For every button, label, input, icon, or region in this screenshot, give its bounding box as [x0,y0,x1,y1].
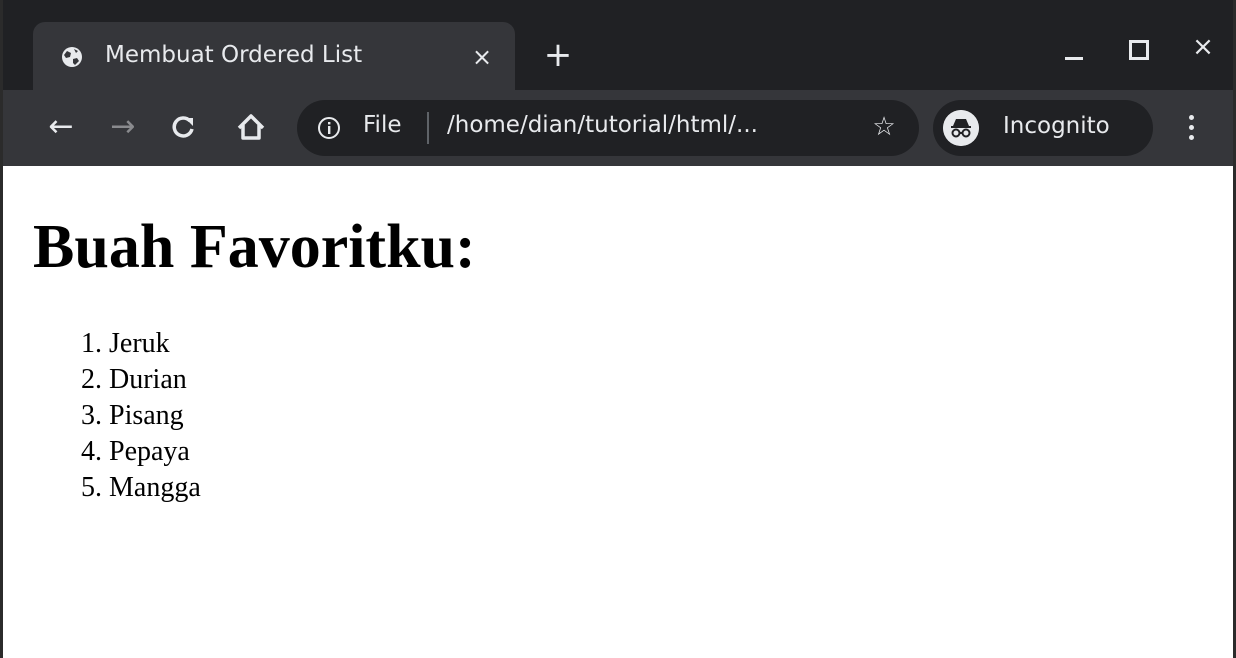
address-bar[interactable]: File /home/dian/tutorial/html/... ☆ [297,100,919,156]
incognito-profile-button[interactable]: Incognito [933,100,1153,156]
tab-active[interactable]: Membuat Ordered List × [33,22,515,90]
list-item-text: Jeruk [109,328,170,359]
kebab-menu-icon[interactable] [1179,104,1203,150]
forward-button[interactable]: → [103,104,143,150]
tab-strip: Membuat Ordered List × + × [3,0,1233,90]
url-scheme-label: File [363,112,402,138]
browser-window: Membuat Ordered List × + × ← → File /hom… [0,0,1236,658]
list-item: 3. Pisang [81,398,201,434]
list-item: 1. Jeruk [81,326,201,362]
page-content: Buah Favoritku: 1. Jeruk 2. Durian 3. Pi… [3,166,1233,658]
list-item: 5. Mangga [81,470,201,506]
reload-icon[interactable] [163,104,203,150]
list-marker: 4. [81,436,102,467]
list-item: 4. Pepaya [81,434,201,470]
list-marker: 2. [81,364,102,395]
page-heading: Buah Favoritku: [33,213,476,281]
close-icon[interactable]: × [1189,32,1217,62]
info-icon[interactable] [317,116,341,140]
tab-title: Membuat Ordered List [105,42,363,68]
url-text[interactable]: /home/dian/tutorial/html/... [447,112,758,138]
minimize-icon[interactable] [1065,40,1085,60]
incognito-label: Incognito [1003,113,1110,139]
home-icon[interactable] [231,104,271,150]
list-marker: 5. [81,472,102,503]
list-marker: 3. [81,400,102,431]
list-marker: 1. [81,328,102,359]
fruit-ordered-list: 1. Jeruk 2. Durian 3. Pisang 4. Pepaya 5… [81,326,201,506]
list-item-text: Pepaya [109,436,190,467]
back-button[interactable]: ← [41,104,81,150]
browser-toolbar: ← → File /home/dian/tutorial/html/... ☆ [3,90,1233,166]
list-item-text: Pisang [109,400,184,431]
maximize-icon[interactable] [1127,38,1149,60]
new-tab-button[interactable]: + [541,38,575,72]
globe-icon [62,47,82,67]
tab-close-button[interactable]: × [467,42,497,72]
bookmark-star-icon[interactable]: ☆ [867,110,901,144]
list-item-text: Mangga [109,472,201,503]
list-item: 2. Durian [81,362,201,398]
omnibox-divider [427,112,429,144]
list-item-text: Durian [109,364,187,395]
incognito-icon [943,110,979,146]
